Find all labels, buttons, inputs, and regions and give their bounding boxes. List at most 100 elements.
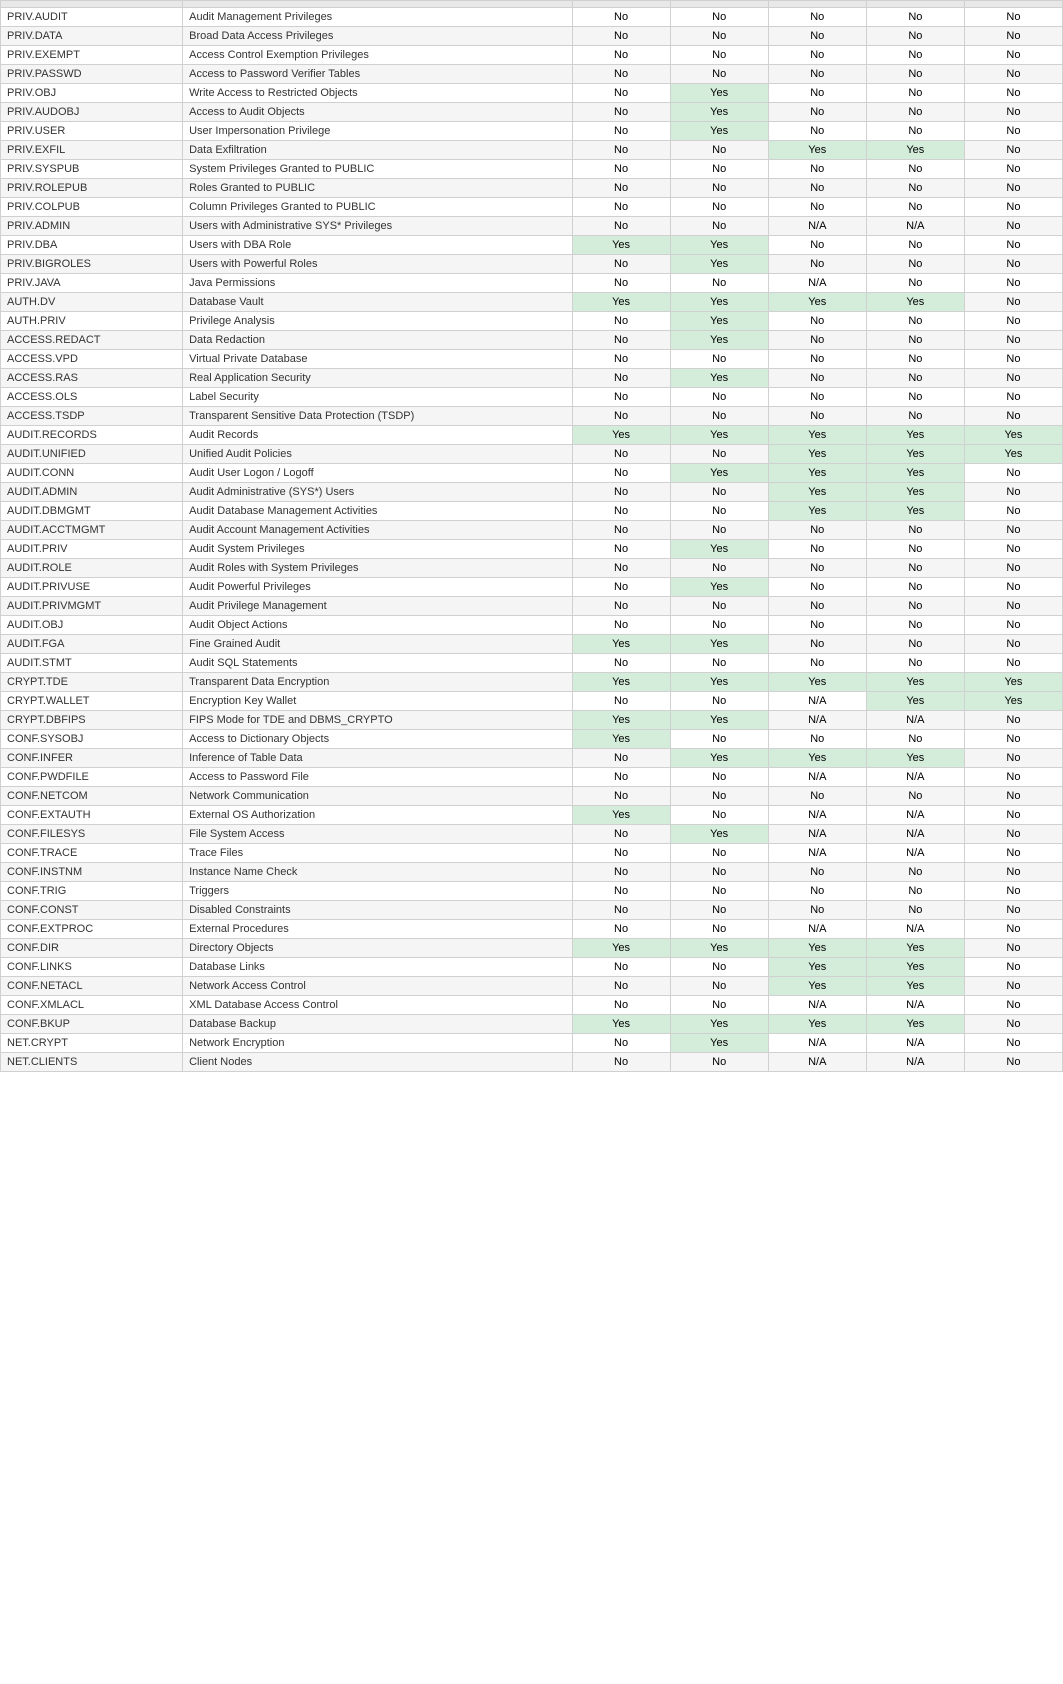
table-row: CRYPT.DBFIPSFIPS Mode for TDE and DBMS_C… <box>1 711 1063 730</box>
cell-id: PRIV.EXEMPT <box>1 46 183 65</box>
cell-id: AUDIT.PRIV <box>1 540 183 559</box>
table-row: AUTH.DVDatabase VaultYesYesYesYesNo <box>1 293 1063 312</box>
table-row: ACCESS.REDACTData RedactionNoYesNoNoNo <box>1 331 1063 350</box>
cell-desc: File System Access <box>183 825 572 844</box>
cell-desc: User Impersonation Privilege <box>183 122 572 141</box>
cell-value: No <box>670 920 768 939</box>
cell-value: No <box>964 863 1062 882</box>
cell-value: No <box>670 160 768 179</box>
cell-value: No <box>572 749 670 768</box>
cell-value: N/A <box>768 825 866 844</box>
cell-value: No <box>768 654 866 673</box>
table-row: PRIV.EXEMPTAccess Control Exemption Priv… <box>1 46 1063 65</box>
cell-value: No <box>964 27 1062 46</box>
cell-value: Yes <box>572 730 670 749</box>
cell-value: Yes <box>768 426 866 445</box>
cell-value: No <box>964 920 1062 939</box>
cell-value: No <box>768 730 866 749</box>
cell-desc: Real Application Security <box>183 369 572 388</box>
table-row: AUDIT.FGAFine Grained AuditYesYesNoNoNo <box>1 635 1063 654</box>
cell-id: PRIV.AUDOBJ <box>1 103 183 122</box>
cell-value: N/A <box>768 217 866 236</box>
cell-id: AUDIT.ADMIN <box>1 483 183 502</box>
cell-desc: Data Redaction <box>183 331 572 350</box>
table-row: CONF.EXTAUTHExternal OS AuthorizationYes… <box>1 806 1063 825</box>
cell-value: No <box>964 236 1062 255</box>
cell-value: No <box>572 179 670 198</box>
cell-id: AUDIT.OBJ <box>1 616 183 635</box>
table-row: AUTH.PRIVPrivilege AnalysisNoYesNoNoNo <box>1 312 1063 331</box>
col-header-4 <box>866 1 964 8</box>
cell-desc: Database Links <box>183 958 572 977</box>
cell-value: No <box>964 730 1062 749</box>
cell-value: No <box>572 996 670 1015</box>
table-row: AUDIT.PRIVAudit System PrivilegesNoYesNo… <box>1 540 1063 559</box>
cell-value: No <box>670 198 768 217</box>
cell-value: No <box>866 863 964 882</box>
cell-value: No <box>670 730 768 749</box>
cell-value: No <box>866 730 964 749</box>
table-row: PRIV.DBAUsers with DBA RoleYesYesNoNoNo <box>1 236 1063 255</box>
cell-value: Yes <box>866 939 964 958</box>
cell-id: PRIV.PASSWD <box>1 65 183 84</box>
cell-desc: External OS Authorization <box>183 806 572 825</box>
cell-id: AUDIT.ROLE <box>1 559 183 578</box>
cell-value: No <box>670 882 768 901</box>
cell-desc: Disabled Constraints <box>183 901 572 920</box>
cell-desc: Access Control Exemption Privileges <box>183 46 572 65</box>
cell-value: Yes <box>670 84 768 103</box>
cell-value: No <box>866 635 964 654</box>
table-row: PRIV.AUDOBJAccess to Audit ObjectsNoYesN… <box>1 103 1063 122</box>
cell-value: No <box>670 806 768 825</box>
cell-value: N/A <box>866 217 964 236</box>
table-row: PRIV.ROLEPUBRoles Granted to PUBLICNoNoN… <box>1 179 1063 198</box>
cell-value: No <box>866 787 964 806</box>
cell-id: CONF.XMLACL <box>1 996 183 1015</box>
cell-value: N/A <box>768 844 866 863</box>
cell-value: Yes <box>866 692 964 711</box>
cell-value: No <box>964 84 1062 103</box>
cell-value: No <box>670 787 768 806</box>
cell-value: No <box>768 160 866 179</box>
cell-value: No <box>964 1034 1062 1053</box>
table-body: PRIV.AUDITAudit Management PrivilegesNoN… <box>1 8 1063 1072</box>
cell-value: No <box>572 27 670 46</box>
cell-value: No <box>866 407 964 426</box>
cell-value: No <box>572 84 670 103</box>
cell-value: No <box>964 369 1062 388</box>
table-row: CONF.FILESYSFile System AccessNoYesN/AN/… <box>1 825 1063 844</box>
cell-value: No <box>572 977 670 996</box>
table-row: PRIV.JAVAJava PermissionsNoNoN/ANoNo <box>1 274 1063 293</box>
cell-desc: Network Encryption <box>183 1034 572 1053</box>
cell-value: No <box>866 901 964 920</box>
cell-value: No <box>768 65 866 84</box>
cell-value: Yes <box>768 464 866 483</box>
cell-value: No <box>572 578 670 597</box>
cell-value: No <box>572 445 670 464</box>
cell-desc: Audit System Privileges <box>183 540 572 559</box>
cell-value: No <box>866 236 964 255</box>
cell-id: AUDIT.STMT <box>1 654 183 673</box>
cell-value: Yes <box>670 1015 768 1034</box>
cell-value: No <box>572 331 670 350</box>
cell-value: No <box>572 1053 670 1072</box>
table-row: CONF.NETACLNetwork Access ControlNoNoYes… <box>1 977 1063 996</box>
cell-value: No <box>964 350 1062 369</box>
cell-value: No <box>866 160 964 179</box>
table-row: NET.CLIENTSClient NodesNoNoN/AN/ANo <box>1 1053 1063 1072</box>
cell-id: PRIV.EXFIL <box>1 141 183 160</box>
cell-value: No <box>768 863 866 882</box>
cell-id: CONF.FILESYS <box>1 825 183 844</box>
cell-value: Yes <box>768 445 866 464</box>
cell-value: No <box>964 8 1062 27</box>
cell-value: No <box>964 198 1062 217</box>
cell-value: Yes <box>572 1015 670 1034</box>
cell-desc: Column Privileges Granted to PUBLIC <box>183 198 572 217</box>
cell-value: No <box>866 331 964 350</box>
cell-value: No <box>964 711 1062 730</box>
cell-value: No <box>572 350 670 369</box>
cell-id: AUTH.DV <box>1 293 183 312</box>
cell-value: Yes <box>768 977 866 996</box>
cell-value: No <box>572 825 670 844</box>
cell-value: No <box>572 1034 670 1053</box>
